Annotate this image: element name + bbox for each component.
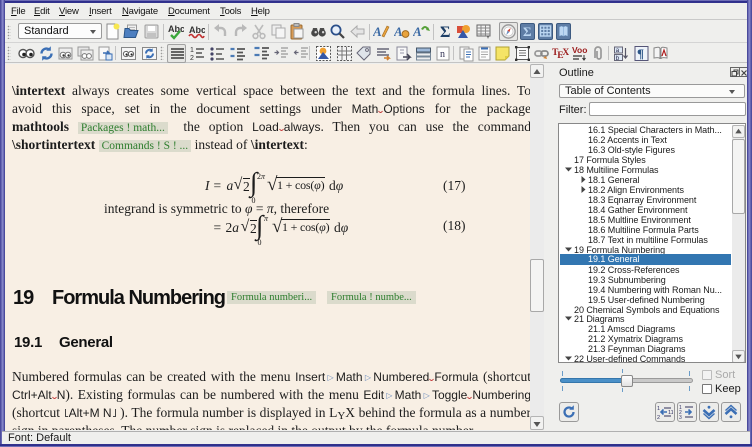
svg-text:2: 2: [190, 55, 194, 62]
svg-text:A: A: [394, 24, 403, 39]
svg-text:3: 3: [679, 415, 682, 420]
svg-text:Σ: Σ: [523, 24, 532, 39]
svg-text:¶: ¶: [637, 46, 644, 61]
svg-text:Abc: Abc: [189, 25, 205, 35]
svg-text:2: 2: [657, 415, 660, 420]
svg-text:A: A: [373, 24, 382, 39]
svg-text:X: X: [562, 48, 569, 58]
svg-text:n: n: [440, 49, 445, 60]
svg-text:1: 1: [190, 47, 194, 54]
svg-text:Abc: Abc: [168, 24, 184, 34]
svg-text:Σ: Σ: [440, 24, 450, 40]
svg-text:A: A: [413, 24, 422, 39]
svg-text:1: 1: [657, 406, 660, 412]
svg-text:Voo: Voo: [572, 45, 587, 55]
svg-text:11: 11: [668, 410, 673, 416]
